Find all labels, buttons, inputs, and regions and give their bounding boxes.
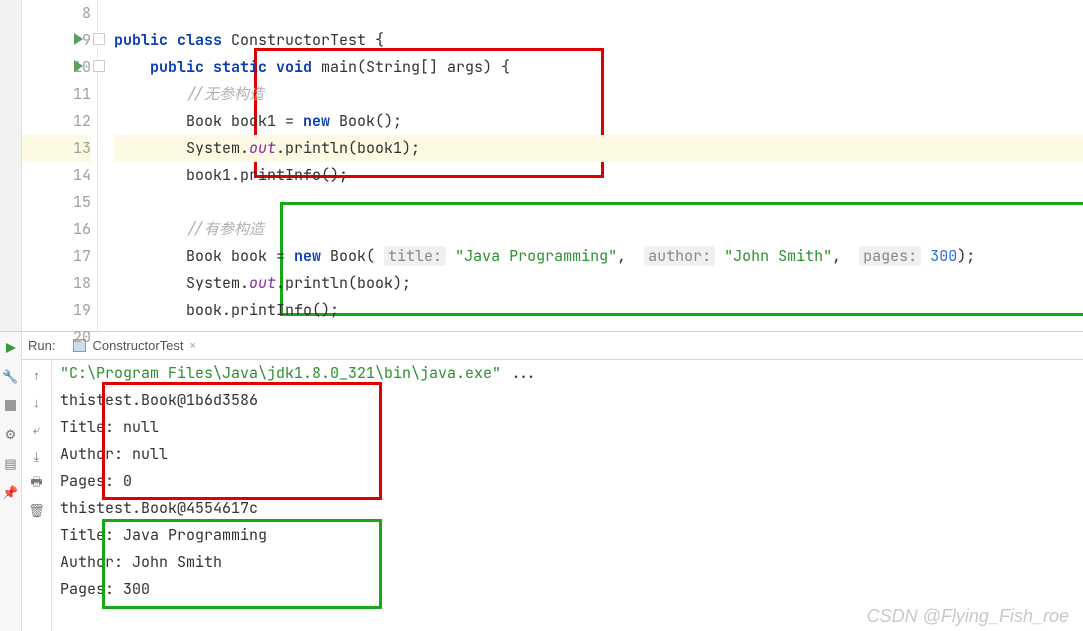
console-line: Pages: 0 [60,468,1083,495]
gutter-line[interactable]: 14 [22,162,91,189]
gutter-line[interactable]: 12 [22,108,91,135]
pin-icon[interactable]: 📌 [3,485,18,500]
code-line[interactable]: book.printInfo(); [114,297,1083,324]
run-icon[interactable] [3,340,18,355]
gutter-line[interactable]: 8 [22,0,91,27]
print-icon[interactable]: 🖶 [29,476,44,491]
console-line: thistest.Book@4554617c [60,495,1083,522]
code-line[interactable]: System.out.println(book1); [114,135,1083,162]
console-line: "C:\Program Files\Java\jdk1.8.0_321\bin\… [60,360,1083,387]
gutter-line[interactable]: 16 [22,216,91,243]
code-line[interactable] [114,189,1083,216]
editor-left-margin [0,0,22,331]
run-left-toolbar: 🔧 ⚙ ▤ 📌 [0,332,22,631]
gutter-line[interactable]: 19 [22,297,91,324]
run-gutter-icon[interactable] [74,60,83,72]
editor-main: 891011121314151617181920 public class Co… [22,0,1083,331]
code-line[interactable]: //有参构造 [114,216,1083,243]
run-content: Run: ConstructorTest × ↑ ↓ ⤶ ⤓ 🖶 🗑 "C:\P… [22,332,1083,631]
editor-area: 891011121314151617181920 public class Co… [0,0,1083,332]
gutter-line[interactable]: 15 [22,189,91,216]
console-toolbar: ↑ ↓ ⤶ ⤓ 🖶 🗑 [22,360,52,631]
console-output[interactable]: "C:\Program Files\Java\jdk1.8.0_321\bin\… [52,360,1083,631]
gutter-line[interactable]: 11 [22,81,91,108]
console-line: Author: null [60,441,1083,468]
gutter-line[interactable]: 13 [22,135,91,162]
code-line[interactable]: public static void main(String[] args) { [114,54,1083,81]
console-line: Pages: 300 [60,576,1083,603]
debug-icon[interactable]: ⚙ [3,427,18,442]
code-line[interactable] [114,324,1083,351]
run-body: ↑ ↓ ⤶ ⤓ 🖶 🗑 "C:\Program Files\Java\jdk1.… [22,360,1083,631]
code-line[interactable]: Book book = new Book( title: "Java Progr… [114,243,1083,270]
wrench-icon[interactable]: 🔧 [3,369,18,384]
code-line[interactable]: System.out.println(book); [114,270,1083,297]
code-line[interactable]: //无参构造 [114,81,1083,108]
run-gutter-icon[interactable] [74,33,83,45]
soft-wrap-icon[interactable]: ⤶ [29,422,44,437]
gutter-line[interactable]: 17 [22,243,91,270]
console-line: Title: Java Programming [60,522,1083,549]
console-line: Author: John Smith [60,549,1083,576]
layout-icon[interactable]: ▤ [3,456,18,471]
console-line: thistest.Book@1b6d3586 [60,387,1083,414]
stop-icon[interactable] [3,398,18,413]
code-line[interactable]: Book book1 = new Book(); [114,108,1083,135]
trash-icon[interactable]: 🗑 [29,503,44,518]
code-area[interactable]: public class ConstructorTest { public st… [98,0,1083,331]
gutter-line[interactable]: 20 [22,324,91,351]
code-line[interactable] [114,0,1083,27]
gutter-line[interactable]: 18 [22,270,91,297]
run-tool-window: 🔧 ⚙ ▤ 📌 Run: ConstructorTest × ↑ ↓ ⤶ ⤓ 🖶… [0,332,1083,631]
gutter-line[interactable]: 10 [22,54,91,81]
code-line[interactable]: public class ConstructorTest { [114,27,1083,54]
console-line: Title: null [60,414,1083,441]
code-line[interactable]: book1.printInfo(); [114,162,1083,189]
line-gutter: 891011121314151617181920 [22,0,98,331]
gutter-line[interactable]: 9 [22,27,91,54]
up-icon[interactable]: ↑ [29,368,44,383]
down-icon[interactable]: ↓ [29,395,44,410]
scroll-end-icon[interactable]: ⤓ [29,449,44,464]
